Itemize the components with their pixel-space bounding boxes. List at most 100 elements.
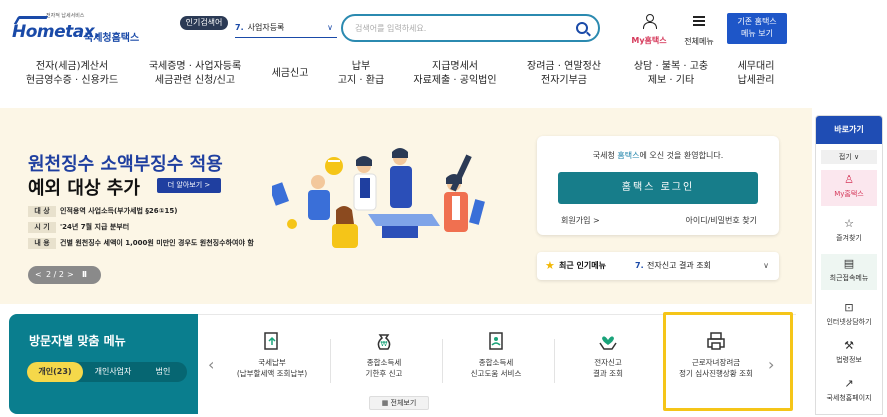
popular-search-term: 사업자등록	[247, 23, 285, 32]
service-label-line2: 신고도움 서비스	[470, 369, 522, 378]
money-bag-icon: ₩	[377, 334, 391, 350]
gnb-item-einvoice[interactable]: 전자(세금)계산서 현금영수증 · 신용카드	[22, 60, 122, 96]
banner-prev-button[interactable]: <	[35, 266, 42, 284]
gnb-item-consult[interactable]: 상담 · 불복 · 고충제보 · 기타	[625, 60, 717, 96]
gnb-item-incentive[interactable]: 장려금 · 연말정산 전자기부금	[518, 60, 610, 96]
welcome-message: 국세청 홈택스에 오신 것을 환영합니다.	[537, 150, 779, 161]
service-national-tax-payment[interactable]: 국세납부 (납부할세액 조회납부)	[224, 325, 320, 393]
person-icon	[642, 14, 657, 29]
signup-link[interactable]: 회원가입 >	[561, 215, 600, 226]
service-late-income-tax[interactable]: ₩ 종합소득세 기한후 신고	[336, 325, 432, 393]
search-input[interactable]	[355, 21, 565, 35]
gnb-line1: 국세증명 · 사업자등록	[148, 61, 242, 72]
all-menu-label: 전체메뉴	[684, 37, 714, 46]
quick-item-label: My홈택스	[834, 190, 864, 198]
main-navigation: 전자(세금)계산서 현금영수증 · 신용카드 국세증명 · 사업자등록세금관련 신…	[0, 60, 887, 100]
svg-text:₩: ₩	[381, 340, 388, 348]
gnb-line2: 납세관리	[737, 75, 775, 86]
quick-item-favorites[interactable]: ☆ 즐겨찾기	[821, 214, 877, 250]
find-id-password-link[interactable]: 아이디/비밀번호 찾기	[686, 215, 757, 226]
quick-item-label: 최근접속메뉴	[829, 274, 869, 282]
all-menu-button[interactable]: 전체메뉴	[677, 14, 721, 46]
quick-item-law-info[interactable]: ⚒ 법령정보	[821, 336, 877, 372]
popular-search-dropdown[interactable]: 7. 사업자등록 ∨	[235, 20, 337, 38]
star-icon: ★	[545, 259, 555, 272]
quick-item-online-consult[interactable]: ⊡ 인터넷상담하기	[821, 298, 877, 334]
quick-menu-title: 바로가기	[816, 116, 882, 144]
banner-next-button[interactable]: >	[67, 266, 74, 284]
quick-menu: 바로가기 접기 ∨ ♙ My홈택스 ☆ 즐겨찾기 ▤ 최근접속메뉴 ⊡ 인터넷상…	[815, 115, 883, 415]
gnb-line2: 전자기부금	[541, 75, 587, 86]
gnb-line2: 고지 · 환급	[337, 75, 385, 86]
welcome-suffix: 에 오신 것을 환영합니다.	[639, 151, 724, 160]
banner-page-count: 2 / 2	[46, 270, 64, 279]
service-label-line2: (납부할세액 조회납부)	[236, 369, 308, 378]
search-icon[interactable]	[576, 22, 588, 34]
service-e-filing-result[interactable]: 전자신고 결과 조회	[560, 325, 656, 393]
old-menu-button[interactable]: 기존 홈택스 메뉴 보기	[727, 13, 787, 44]
quick-item-recent-menu[interactable]: ▤ 최근접속메뉴	[821, 254, 877, 290]
service-divider	[554, 339, 555, 383]
carousel-prev-button[interactable]: ‹	[208, 355, 214, 374]
banner-more-button[interactable]: 더 알아보기 >	[157, 178, 221, 193]
logo-subtitle: 국세청홈택스	[84, 33, 140, 44]
tab-sole-proprietor[interactable]: 개인사업자	[85, 362, 141, 382]
banner-info-row: 시 기 '24년 7월 지급 분부터	[28, 222, 129, 234]
popular-menu-rank: 7.	[635, 261, 644, 270]
popular-search-badge: 인기검색어	[180, 16, 228, 30]
quick-menu-fold-button[interactable]: 접기 ∨	[821, 150, 877, 164]
chevron-down-icon[interactable]: ∨	[763, 252, 769, 280]
chevron-down-icon: ∨	[327, 23, 333, 32]
service-income-tax-help[interactable]: 종합소득세 신고도움 서비스	[448, 325, 544, 393]
banner-title-line1: 원천징수 소액부징수 적용	[28, 154, 223, 175]
search-box	[341, 14, 600, 42]
service-label-line1: 종합소득세	[478, 358, 514, 367]
star-icon: ☆	[844, 217, 854, 230]
my-hometax-button[interactable]: My홈택스	[627, 14, 671, 45]
gnb-line2: 제보 · 기타	[647, 75, 695, 86]
popular-menu-title: 최근 인기메뉴	[559, 261, 606, 270]
service-label-line2: 기한후 신고	[365, 369, 403, 378]
quick-item-nts-homepage[interactable]: ↗ 국세청홈페이지	[821, 374, 877, 410]
quick-item-my-hometax[interactable]: ♙ My홈택스	[821, 170, 877, 206]
gnb-item-payment[interactable]: 납부고지 · 환급	[330, 60, 392, 96]
logo-tagline: 전자적 납세서비스	[46, 13, 85, 19]
gavel-icon: ⚒	[844, 339, 854, 352]
gnb-line1: 상담 · 불복 · 고충	[633, 61, 709, 72]
highlighted-service-outline	[663, 312, 793, 411]
grid-icon: ▦	[381, 399, 391, 407]
login-button[interactable]: 홈택스 로그인	[558, 172, 758, 204]
tab-corporation[interactable]: 법인	[143, 362, 183, 382]
gnb-item-tax-agent[interactable]: 세무대리 납세관리	[728, 60, 784, 96]
tab-individual[interactable]: 개인(23)	[27, 362, 83, 382]
document-person-icon	[489, 332, 503, 350]
visitor-tabs: 개인(23) 개인사업자 법인	[27, 362, 187, 382]
recent-menu-icon: ▤	[843, 257, 855, 270]
login-card: 국세청 홈택스에 오신 것을 환영합니다. 홈택스 로그인 회원가입 > 아이디…	[537, 136, 779, 235]
service-divider	[442, 339, 443, 383]
popular-menu-bar[interactable]: ★ 최근 인기메뉴 7. 전자신고 결과 조회 ∨	[537, 252, 779, 280]
my-hometax-label: My홈택스	[631, 36, 667, 45]
view-all-label: 전체보기	[390, 399, 417, 407]
gnb-line1: 납부	[351, 61, 371, 72]
bill-upload-icon	[264, 332, 278, 350]
service-label-line1: 국세납부	[258, 358, 286, 367]
service-divider	[330, 339, 331, 383]
gnb-item-tax-report[interactable]: 세금신고	[262, 67, 318, 103]
view-all-button[interactable]: ▦ 전체보기	[369, 396, 429, 410]
service-label-line1: 종합소득세	[366, 358, 402, 367]
welcome-brand: 홈택스	[617, 151, 640, 160]
banner-info-value: '24년 7월 지급 분부터	[60, 223, 130, 231]
heart-hands-icon	[599, 336, 617, 350]
banner-pager: < 2 / 2 > II	[28, 266, 101, 284]
gnb-line2: 세금관련 신청/신고	[154, 75, 236, 86]
gnb-item-payment-statement[interactable]: 지급명세서 자료제출 · 공익법인	[405, 60, 505, 96]
hometax-logo[interactable]: 전자적 납세서비스 Hometax. 국세청홈택스	[10, 12, 150, 48]
quick-item-label: 즐겨찾기	[836, 234, 862, 242]
banner-info-row: 대 상 인적용역 사업소득(부가세법 §26①15)	[28, 206, 177, 218]
banner-pause-button[interactable]: II	[82, 266, 87, 284]
banner-info-key: 시 기	[28, 222, 56, 233]
welcome-prefix: 국세청	[592, 151, 618, 160]
banner-info-row: 내 용 건별 원천징수 세액이 1,000원 미만인 경우도 원천징수하여야 함	[28, 238, 254, 250]
gnb-item-certificate[interactable]: 국세증명 · 사업자등록세금관련 신청/신고	[140, 60, 250, 96]
